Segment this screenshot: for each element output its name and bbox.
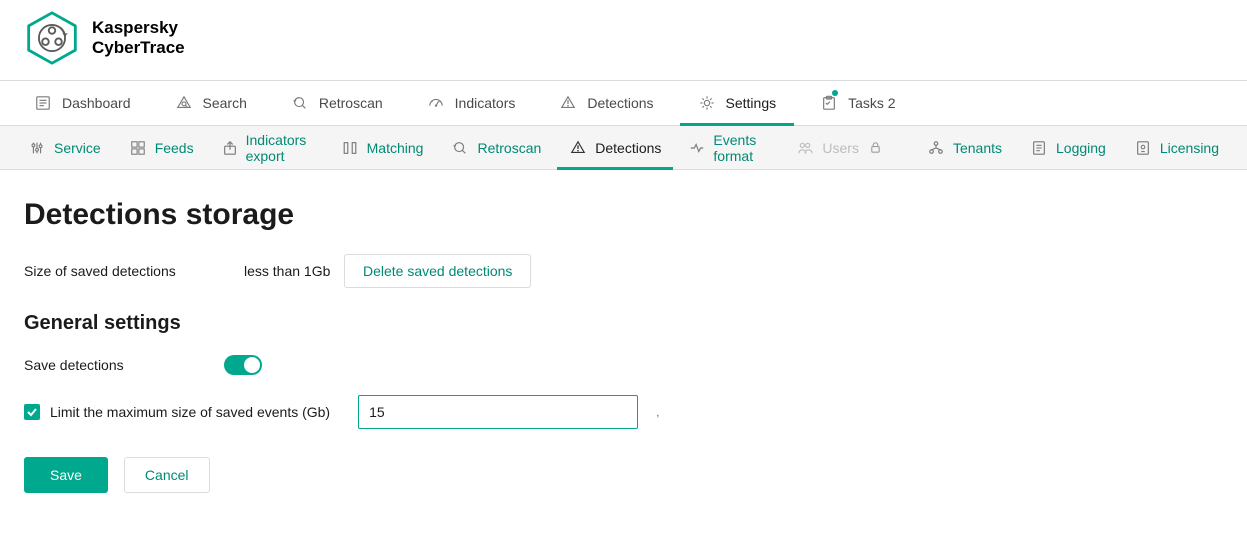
dashboard-icon (34, 94, 52, 112)
users-icon (796, 139, 814, 157)
page-title: Detections storage (24, 198, 1223, 232)
tab-users-label: Users (822, 140, 859, 156)
tab-matching-label: Matching (367, 140, 424, 156)
limit-size-checkbox[interactable] (24, 404, 40, 420)
feeds-icon (129, 139, 147, 157)
nav-search-label: Search (203, 95, 247, 111)
nav-settings-label: Settings (726, 95, 777, 111)
lock-icon (869, 141, 883, 155)
matching-icon (341, 139, 359, 157)
tab-retroscan-label: Retroscan (477, 140, 541, 156)
nav-tasks-label: Tasks 2 (848, 95, 895, 111)
tab-events-format[interactable]: Events format (677, 126, 780, 169)
nav-tasks[interactable]: Tasks 2 (802, 81, 913, 125)
tab-indicators-export[interactable]: Indicators export (210, 126, 325, 169)
nav-detections[interactable]: Detections (541, 81, 671, 125)
tab-logging[interactable]: Logging (1018, 126, 1118, 169)
events-format-icon (689, 139, 705, 157)
nav-dashboard[interactable]: Dashboard (16, 81, 149, 125)
tab-users: Users (784, 126, 895, 169)
nav-dashboard-label: Dashboard (62, 95, 131, 111)
nav-retroscan-label: Retroscan (319, 95, 383, 111)
retroscan-icon (451, 139, 469, 157)
tab-feeds[interactable]: Feeds (117, 126, 206, 169)
nav-detections-label: Detections (587, 95, 653, 111)
detections-icon (569, 139, 587, 157)
tab-logging-label: Logging (1056, 140, 1106, 156)
size-value: less than 1Gb (244, 263, 344, 279)
nav-search[interactable]: Search (157, 81, 265, 125)
tab-matching[interactable]: Matching (329, 126, 436, 169)
tab-indicators-export-label: Indicators export (246, 132, 313, 164)
brand-line2: CyberTrace (92, 38, 185, 58)
retroscan-icon (291, 94, 309, 112)
tab-events-format-label: Events format (713, 132, 768, 164)
save-detections-row: Save detections (24, 355, 1223, 375)
brand-name: Kaspersky CyberTrace (92, 18, 185, 57)
toggle-knob (244, 357, 260, 373)
tab-licensing[interactable]: Licensing (1122, 126, 1231, 169)
storage-size-row: Size of saved detections less than 1Gb D… (24, 254, 1223, 288)
service-icon (28, 139, 46, 157)
tab-licensing-label: Licensing (1160, 140, 1219, 156)
delete-saved-detections-button[interactable]: Delete saved detections (344, 254, 531, 288)
limit-size-input[interactable] (358, 395, 638, 429)
tab-retroscan[interactable]: Retroscan (439, 126, 553, 169)
tab-service[interactable]: Service (16, 126, 113, 169)
tab-tenants[interactable]: Tenants (915, 126, 1014, 169)
save-detections-toggle[interactable] (224, 355, 262, 375)
cancel-button[interactable]: Cancel (124, 457, 210, 493)
tab-service-label: Service (54, 140, 101, 156)
limit-size-row: Limit the maximum size of saved events (… (24, 395, 1223, 429)
nav-indicators-label: Indicators (455, 95, 516, 111)
search-icon (175, 94, 193, 112)
logging-icon (1030, 139, 1048, 157)
brand-line1: Kaspersky (92, 18, 185, 38)
secondary-nav: Service Feeds Indicators export Matching… (0, 126, 1247, 170)
indicators-icon (427, 94, 445, 112)
tab-detections[interactable]: Detections (557, 126, 673, 169)
brand-logo (24, 10, 80, 66)
tab-detections-label: Detections (595, 140, 661, 156)
tenants-icon (927, 139, 945, 157)
save-detections-label: Save detections (24, 357, 224, 373)
primary-nav: Dashboard Search Retroscan Indicators De… (0, 80, 1247, 126)
tab-feeds-label: Feeds (155, 140, 194, 156)
after-input-mark: , (656, 405, 659, 419)
tab-tenants-label: Tenants (953, 140, 1002, 156)
tasks-icon (820, 94, 838, 112)
settings-icon (698, 94, 716, 112)
size-label: Size of saved detections (24, 263, 244, 279)
app-header: Kaspersky CyberTrace (0, 0, 1247, 80)
export-icon (222, 139, 238, 157)
detections-icon (559, 94, 577, 112)
nav-indicators[interactable]: Indicators (409, 81, 534, 125)
save-button[interactable]: Save (24, 457, 108, 493)
form-actions: Save Cancel (24, 457, 1223, 493)
main-content: Detections storage Size of saved detecti… (0, 170, 1247, 523)
general-settings-heading: General settings (24, 312, 1223, 335)
licensing-icon (1134, 139, 1152, 157)
limit-size-label: Limit the maximum size of saved events (… (50, 404, 330, 420)
nav-settings[interactable]: Settings (680, 81, 795, 125)
nav-retroscan[interactable]: Retroscan (273, 81, 401, 125)
